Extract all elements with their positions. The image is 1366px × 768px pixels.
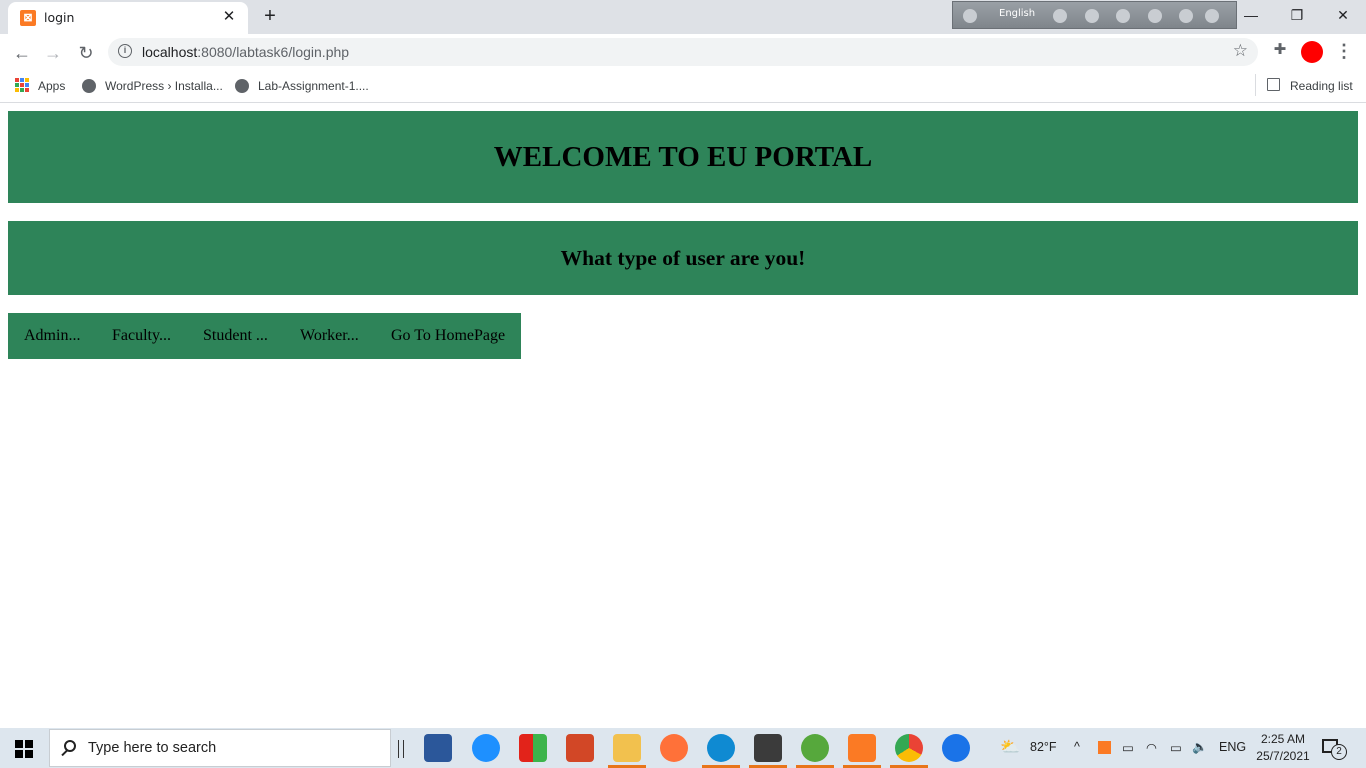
firefox-icon[interactable] xyxy=(660,734,688,762)
admin-link[interactable]: Admin... xyxy=(24,313,80,359)
user-type-nav: Admin... Faculty... Student ... Worker..… xyxy=(8,313,521,359)
meet-now-icon[interactable]: ▭ xyxy=(1122,740,1134,755)
reading-list-button[interactable]: Reading list xyxy=(1290,76,1353,96)
tab-strip: ⊠ login ✕ + English — ❐ ✕ xyxy=(0,0,1366,34)
input-language[interactable]: ENG xyxy=(1219,740,1246,754)
browser-toolbar: ← → ↻ i localhost:8080/labtask6/login.ph… xyxy=(0,34,1366,70)
show-hidden-icons-icon[interactable]: ^ xyxy=(1074,740,1080,754)
url-text[interactable]: localhost:8080/labtask6/login.php xyxy=(142,44,349,60)
url-host: localhost xyxy=(142,44,198,60)
ime-ie-icon[interactable] xyxy=(1148,9,1162,23)
new-tab-button[interactable]: + xyxy=(258,5,282,29)
student-link[interactable]: Student ... xyxy=(203,313,268,359)
restore-button[interactable]: ❐ xyxy=(1274,0,1320,30)
ime-help-icon[interactable] xyxy=(1179,9,1193,23)
reading-list-icon[interactable] xyxy=(1267,78,1280,91)
homepage-link[interactable]: Go To HomePage xyxy=(391,313,505,359)
search-icon xyxy=(64,740,76,752)
clock-time: 2:25 AM xyxy=(1260,732,1306,746)
battery-icon[interactable]: ▭ xyxy=(1170,740,1182,755)
close-tab-icon[interactable]: ✕ xyxy=(220,8,238,26)
extensions-puzzle-icon[interactable]: ✚ xyxy=(1270,40,1290,60)
ime-toolbar: English xyxy=(952,1,1237,29)
user-type-prompt: What type of user are you! xyxy=(8,221,1358,295)
tab-title: login xyxy=(44,10,75,25)
page-title: WELCOME TO EU PORTAL xyxy=(8,111,1358,203)
word-icon[interactable] xyxy=(424,734,452,762)
search-placeholder: Type here to search xyxy=(88,740,217,756)
site-info-icon[interactable]: i xyxy=(118,44,132,58)
xampp-icon: ⊠ xyxy=(20,10,36,26)
profile-avatar[interactable] xyxy=(1301,41,1323,63)
apps-grid-icon[interactable] xyxy=(15,78,29,92)
address-bar[interactable]: i localhost:8080/labtask6/login.php ☆ xyxy=(108,38,1258,66)
taskbar-search-box[interactable]: Type here to search xyxy=(49,729,391,767)
worker-link[interactable]: Worker... xyxy=(300,313,359,359)
bookmark-apps[interactable]: Apps xyxy=(38,76,65,96)
close-window-button[interactable]: ✕ xyxy=(1320,0,1366,30)
sublime-text-icon[interactable] xyxy=(749,734,787,768)
bookmark-star-icon[interactable]: ☆ xyxy=(1233,41,1248,61)
minimize-button[interactable]: — xyxy=(1228,0,1274,30)
bookmark-wordpress[interactable]: WordPress › Installa... xyxy=(105,76,223,96)
task-view-icon[interactable] xyxy=(398,740,404,758)
ime-options-icon[interactable] xyxy=(1205,9,1219,23)
ime-chess-icon[interactable] xyxy=(1085,9,1099,23)
volume-icon[interactable]: 🔈 xyxy=(1192,740,1208,755)
wifi-icon[interactable]: ◠ xyxy=(1146,740,1157,755)
ime-mode-icon[interactable] xyxy=(963,9,977,23)
ime-settings-icon[interactable] xyxy=(1116,9,1130,23)
bookmarks-divider xyxy=(1255,74,1256,96)
utorrent-icon[interactable] xyxy=(796,734,834,768)
help-icon[interactable] xyxy=(942,734,970,762)
notification-center[interactable]: 2 xyxy=(1322,737,1347,760)
file-explorer-icon[interactable] xyxy=(608,734,646,768)
globe-icon xyxy=(235,79,249,93)
xampp-icon[interactable] xyxy=(843,734,881,768)
ime-keyboard-icon[interactable] xyxy=(1053,9,1067,23)
reload-button[interactable]: ↻ xyxy=(73,40,99,66)
bookmark-lab-assignment[interactable]: Lab-Assignment-1.... xyxy=(258,76,369,96)
faculty-link[interactable]: Faculty... xyxy=(112,313,171,359)
weather-temperature[interactable]: 82°F xyxy=(1030,740,1057,754)
url-path: :8080/labtask6/login.php xyxy=(197,44,350,60)
edge-icon[interactable] xyxy=(702,734,740,768)
ime-language[interactable]: English xyxy=(999,8,1035,19)
clock-date: 25/7/2021 xyxy=(1256,749,1310,763)
sync-app-icon[interactable] xyxy=(472,734,500,762)
system-clock[interactable]: 2:25 AM 25/7/2021 xyxy=(1253,731,1313,765)
chrome-icon[interactable] xyxy=(890,734,928,768)
back-button[interactable]: ← xyxy=(9,40,35,66)
forward-button[interactable]: → xyxy=(40,40,66,66)
notification-count: 2 xyxy=(1331,744,1347,760)
globe-icon xyxy=(82,79,96,93)
browser-menu-icon[interactable]: ⋮ xyxy=(1334,40,1354,62)
page-content: WELCOME TO EU PORTAL What type of user a… xyxy=(0,103,1366,728)
windows-start-icon[interactable] xyxy=(15,740,33,758)
office-app-icon[interactable] xyxy=(519,734,547,762)
browser-tab[interactable]: ⊠ login ✕ xyxy=(8,2,248,34)
xampp-tray-icon[interactable] xyxy=(1098,741,1111,754)
weather-icon[interactable]: ⛅ xyxy=(1000,737,1020,757)
powerpoint-icon[interactable] xyxy=(566,734,594,762)
bookmarks-bar: Apps WordPress › Installa... Lab-Assignm… xyxy=(0,70,1366,103)
taskbar: Type here to search ⛅ 82°F ^ ▭ ◠ ▭ 🔈 ENG… xyxy=(0,728,1366,768)
